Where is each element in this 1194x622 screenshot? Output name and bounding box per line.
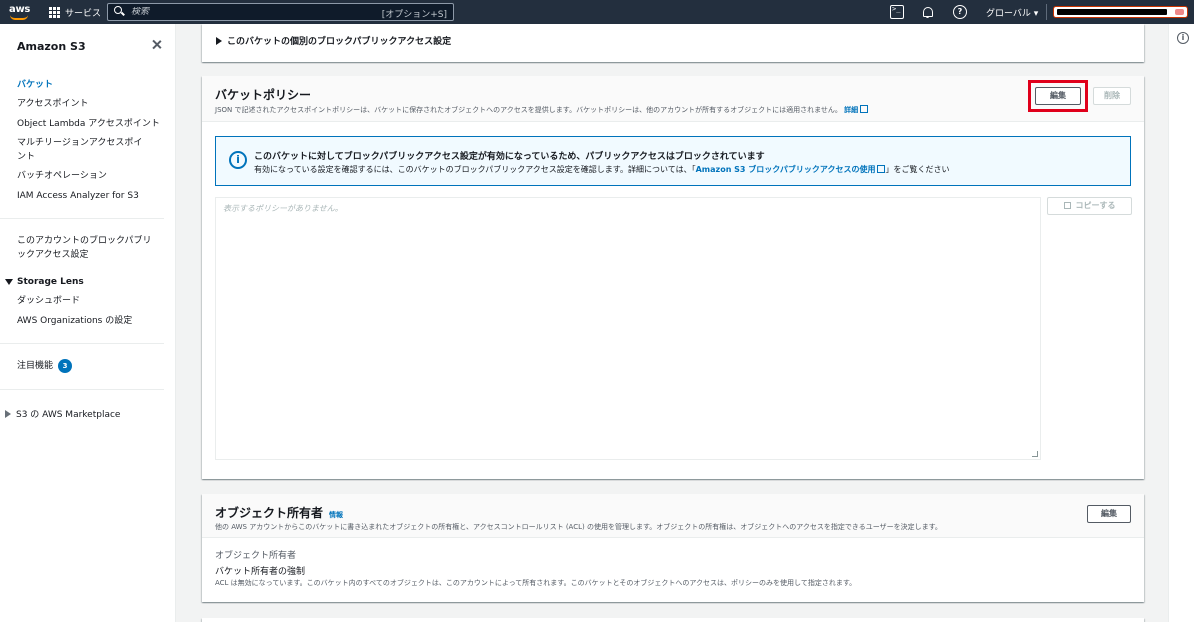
details-link[interactable]: 詳細 <box>844 105 869 114</box>
storage-lens-section-toggle[interactable]: Storage Lens <box>5 277 84 287</box>
info-circle-icon: i <box>229 151 247 169</box>
caret-right-icon <box>216 36 222 45</box>
sidebar-item-access-points[interactable]: アクセスポイント <box>17 97 89 111</box>
aws-smile-icon <box>10 15 28 20</box>
bucket-policy-description-text: JSON で記述されたアクセスポイントポリシーは、バケットに保存されたオブジェク… <box>215 106 842 114</box>
search-input[interactable] <box>131 7 371 17</box>
object-ownership-info-link[interactable]: 情報 <box>329 511 343 519</box>
bucket-policy-edit-button[interactable]: 編集 <box>1035 87 1081 105</box>
object-ownership-title: オブジェクト所有者 情報 <box>215 504 343 521</box>
copy-policy-button[interactable]: コピーする <box>1047 197 1132 215</box>
sidebar-item-batch-operations[interactable]: バッチオペレーション <box>17 169 107 183</box>
featured-count-badge: 3 <box>58 359 73 373</box>
close-icon[interactable] <box>150 38 164 52</box>
object-ownership-value: バケット所有者の強制 <box>215 567 306 577</box>
sidebar-item-multi-region[interactable]: マルチリージョンアクセスポイ ント <box>17 136 167 164</box>
sidebar-item-marketplace[interactable]: S3 の AWS Marketplace <box>5 407 120 420</box>
next-card-partial <box>202 618 1144 622</box>
details-link-text: 詳細 <box>844 106 859 114</box>
region-selector[interactable]: グローバル ▾ <box>986 6 1038 19</box>
aws-logo-text: aws <box>9 4 31 15</box>
help-icon[interactable]: ? <box>953 5 967 19</box>
external-link-icon <box>877 165 886 173</box>
sidebar-item-object-lambda[interactable]: Object Lambda アクセスポイント <box>17 117 160 131</box>
storage-lens-label: Storage Lens <box>17 277 84 287</box>
grid-icon <box>49 6 60 18</box>
bucket-policy-title: バケットポリシー <box>215 88 312 102</box>
services-menu-button[interactable]: サービス <box>49 6 101 19</box>
object-ownership-title-text: オブジェクト所有者 <box>215 506 324 520</box>
redacted-account-name <box>1057 9 1167 15</box>
sidebar-divider <box>0 389 164 390</box>
block-public-access-doc-link[interactable]: Amazon S3 ブロックパブリックアクセスの使用 <box>696 165 886 174</box>
caret-down-icon <box>5 279 13 285</box>
alert-body: 有効になっている設定を確認するには、このバケットのブロックパブリックアクセス設定… <box>254 164 949 175</box>
account-menu[interactable] <box>1053 6 1188 18</box>
bucket-policy-header: バケットポリシー JSON で記述されたアクセスポイントポリシーは、バケットに保… <box>202 76 1144 122</box>
info-icon[interactable]: i <box>1177 32 1189 44</box>
doc-link-text: Amazon S3 ブロックパブリックアクセスの使用 <box>695 165 876 174</box>
marketplace-label: S3 の AWS Marketplace <box>16 410 121 420</box>
policy-editor-placeholder: 表示するポリシーがありません。 <box>223 204 343 213</box>
object-ownership-description: 他の AWS アカウントからこのバケットに書き込まれたオブジェクトの所有権と、ア… <box>215 523 942 531</box>
top-navigation: aws サービス [オプション+S] ? グローバル ▾ <box>0 0 1194 24</box>
copy-icon <box>1063 202 1071 209</box>
caret-right-icon <box>5 409 11 418</box>
sidebar-divider <box>0 343 164 344</box>
object-ownership-header: オブジェクト所有者 情報 他の AWS アカウントからこのバケットに書き込まれたオ… <box>202 494 1144 538</box>
copy-button-label: コピーする <box>1075 201 1116 210</box>
search-shortcut-hint: [オプション+S] <box>381 10 447 20</box>
block-settings-expander-label: このバケットの個別のブロックパブリックアクセス設定 <box>227 37 452 47</box>
services-label: サービス <box>65 8 102 19</box>
notifications-bell-icon[interactable] <box>921 5 935 19</box>
sidebar-item-block-public-access[interactable]: このアカウントのブロックパブリ ックアクセス設定 <box>17 234 167 262</box>
bucket-policy-delete-button[interactable]: 削除 <box>1093 87 1131 105</box>
sidebar-item-buckets[interactable]: バケット <box>17 78 53 92</box>
bucket-policy-card: バケットポリシー JSON で記述されたアクセスポイントポリシーは、バケットに保… <box>202 76 1144 479</box>
sidebar-divider <box>0 218 164 219</box>
alert-body-prefix: 有効になっている設定を確認するには、このバケットのブロックパブリックアクセス設定… <box>254 165 696 174</box>
object-ownership-label: オブジェクト所有者 <box>215 551 297 561</box>
object-ownership-card: オブジェクト所有者 情報 他の AWS アカウントからこのバケットに書き込まれたオ… <box>202 494 1144 602</box>
aws-logo[interactable]: aws <box>9 3 31 21</box>
block-public-access-card: このバケットの個別のブロックパブリックアクセス設定 <box>202 24 1144 62</box>
alert-title: このバケットに対してブロックパブリックアクセス設定が有効になっているため、パブリ… <box>254 152 765 162</box>
block-public-access-alert: i このバケットに対してブロックパブリックアクセス設定が有効になっているため、パ… <box>215 136 1131 186</box>
sidebar-item-dashboard[interactable]: ダッシュボード <box>17 294 80 308</box>
featured-label: 注目機能 <box>17 361 54 371</box>
sidebar-item-iam-access-analyzer[interactable]: IAM Access Analyzer for S3 <box>17 189 139 203</box>
object-ownership-edit-button[interactable]: 編集 <box>1087 505 1131 523</box>
external-link-icon <box>860 105 869 113</box>
sidebar-item-organizations-settings[interactable]: AWS Organizations の設定 <box>17 314 132 328</box>
sidebar-title: Amazon S3 <box>17 40 86 53</box>
sidebar: Amazon S3 バケット アクセスポイント Object Lambda アク… <box>0 24 176 622</box>
search-box[interactable]: [オプション+S] <box>107 3 454 21</box>
policy-editor[interactable]: 表示するポリシーがありません。 <box>215 197 1041 460</box>
help-panel-rail: i <box>1168 24 1194 622</box>
alert-body-suffix: 」をご覧ください <box>885 165 950 174</box>
search-icon <box>114 6 126 18</box>
bucket-policy-description: JSON で記述されたアクセスポイントポリシーは、バケットに保存されたオブジェク… <box>215 104 869 115</box>
cloudshell-icon[interactable] <box>890 5 904 19</box>
resize-handle-icon[interactable] <box>1032 451 1038 457</box>
account-dropdown-caret-icon <box>1175 9 1184 15</box>
object-ownership-note: ACL は無効になっています。このバケット内のすべてのオブジェクトは、このアカウ… <box>215 579 857 587</box>
sidebar-item-featured[interactable]: 注目機能 3 <box>17 359 73 373</box>
block-settings-expander[interactable]: このバケットの個別のブロックパブリックアクセス設定 <box>216 34 451 47</box>
topbar-divider <box>1046 4 1047 20</box>
